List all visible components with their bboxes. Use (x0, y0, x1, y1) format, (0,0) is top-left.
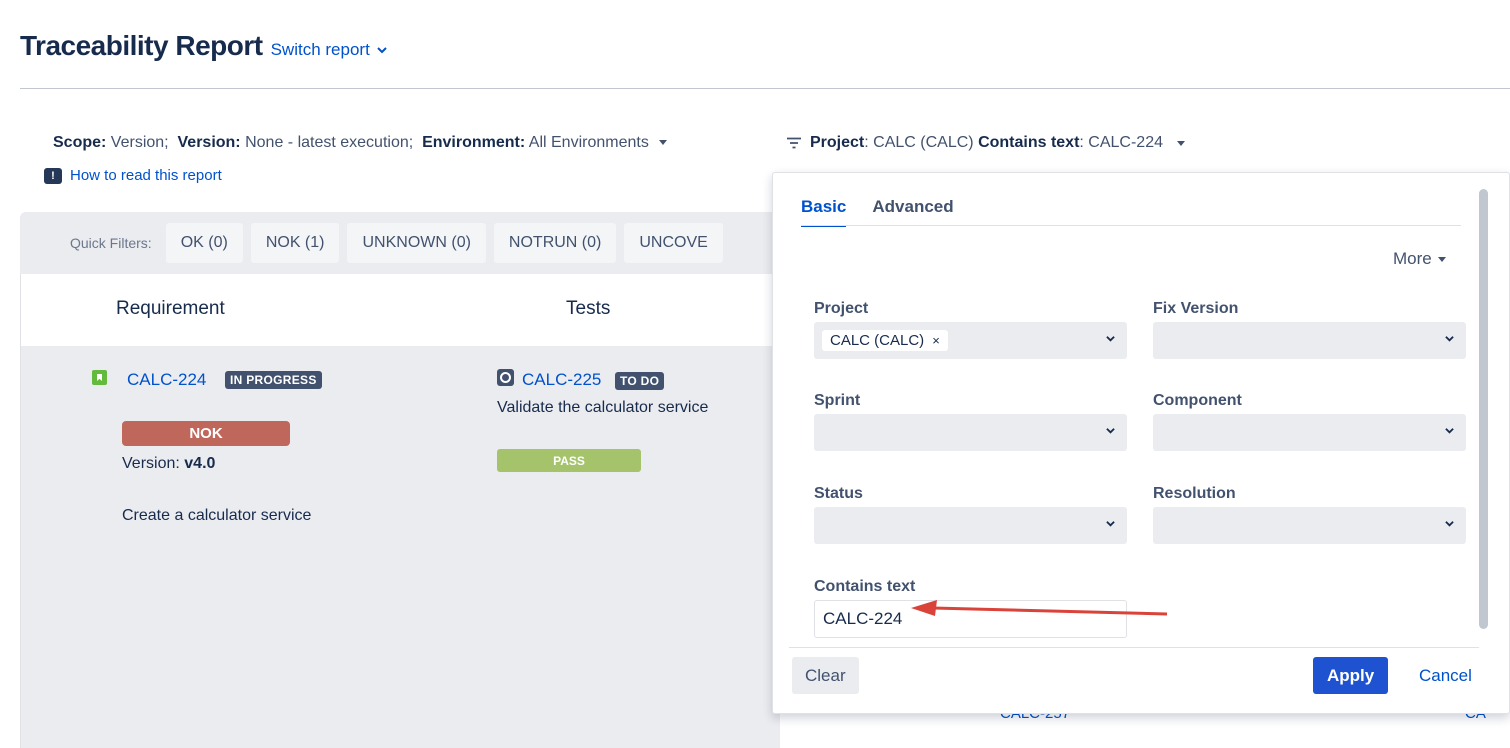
more-dropdown[interactable]: More (1393, 249, 1446, 269)
switch-report-button[interactable]: Switch report (271, 40, 388, 60)
annotation-arrow-icon (911, 600, 1168, 616)
version-label: Version: (122, 455, 180, 472)
help-link-label: How to read this report (70, 167, 222, 184)
caret-down-icon (1177, 140, 1185, 146)
chevron-down-icon (1445, 336, 1454, 342)
filter-icon (787, 137, 801, 149)
scope-label: Scope: (53, 134, 107, 151)
scope-value: Version; (110, 134, 169, 151)
chevron-down-icon (1445, 428, 1454, 434)
exclamation-icon: ! (44, 167, 62, 184)
component-select[interactable] (1153, 414, 1466, 451)
scope-selector[interactable]: Scope: Version; Version: None - latest e… (53, 134, 668, 152)
project-tag-label: CALC (CALC) (830, 332, 925, 349)
story-icon (92, 370, 107, 385)
quick-filters-label: Quick Filters: (70, 235, 152, 251)
quick-filters-bar: Quick Filters: OK (0) NOK (1) UNKNOWN (0… (20, 212, 780, 274)
title-row: Traceability Report Switch report (20, 30, 388, 62)
filter-project-value: : CALC (CALC) (864, 134, 974, 151)
version-label: Version: (177, 134, 241, 151)
remove-tag-icon[interactable]: × (932, 333, 940, 348)
popup-footer-divider (789, 647, 1479, 648)
requirement-version: Version: v4.0 (122, 455, 215, 473)
contains-text-label: Contains text (814, 578, 916, 595)
chevron-down-icon (1106, 428, 1115, 434)
apply-button[interactable]: Apply (1313, 657, 1389, 694)
quick-filter-nok[interactable]: NOK (1) (250, 223, 340, 263)
table-header: Requirement Tests (20, 274, 780, 346)
test-key-link[interactable]: CALC-225 (522, 370, 601, 390)
tab-advanced[interactable]: Advanced (872, 197, 953, 227)
chevron-down-icon (1106, 521, 1115, 527)
switch-report-label: Switch report (270, 40, 370, 59)
test-summary: Validate the calculator service (497, 399, 709, 416)
tab-basic[interactable]: Basic (801, 197, 847, 227)
filter-text: Project: CALC (CALC) Contains text: CALC… (810, 134, 1163, 152)
resolution-label: Resolution (1153, 485, 1236, 502)
chevron-down-icon (1106, 336, 1115, 342)
filter-contains-value: : CALC-224 (1079, 134, 1163, 151)
project-select[interactable]: CALC (CALC) × (814, 322, 1127, 359)
test-result-badge: PASS (497, 449, 641, 472)
divider (20, 88, 1510, 89)
resolution-select[interactable] (1153, 507, 1466, 544)
project-tag: CALC (CALC) × (822, 330, 948, 351)
sprint-select[interactable] (814, 414, 1127, 451)
clear-button[interactable]: Clear (792, 657, 859, 694)
test-status-badge: TO DO (615, 372, 665, 390)
quick-filter-notrun[interactable]: NOTRUN (0) (493, 223, 617, 263)
test-icon (497, 369, 514, 386)
tabs-divider (801, 225, 1461, 226)
filter-popup: Basic Advanced More Project CALC (CALC) … (772, 172, 1510, 714)
quick-filter-uncovered[interactable]: UNCOVE (624, 223, 723, 263)
requirement-key-link[interactable]: CALC-224 (127, 370, 206, 390)
caret-down-icon (659, 140, 668, 146)
chevron-down-icon (1445, 521, 1454, 527)
status-select[interactable] (814, 507, 1127, 544)
cancel-button[interactable]: Cancel (1419, 666, 1472, 686)
version-value: None - latest execution; (245, 134, 414, 151)
status-label: Status (814, 485, 863, 502)
project-label: Project (814, 300, 869, 317)
chevron-down-icon (377, 47, 387, 54)
page-title: Traceability Report (20, 30, 263, 61)
fix-version-label: Fix Version (1153, 300, 1239, 317)
popup-scrollbar[interactable] (1479, 189, 1488, 629)
environment-label: Environment: (422, 134, 526, 151)
quick-filter-ok[interactable]: OK (0) (165, 223, 243, 263)
environment-value: All Environments (528, 134, 649, 151)
sprint-label: Sprint (814, 392, 861, 409)
filter-project-label: Project (810, 134, 865, 151)
more-label: More (1393, 249, 1432, 268)
requirement-result-badge: NOK (122, 421, 290, 446)
component-label: Component (1153, 392, 1242, 409)
help-link[interactable]: ! How to read this report (44, 167, 222, 184)
quick-filter-unknown[interactable]: UNKNOWN (0) (347, 223, 486, 263)
filter-contains-label: Contains text (978, 134, 1080, 151)
requirement-summary: Create a calculator service (122, 507, 312, 524)
column-header-tests: Tests (566, 298, 611, 319)
requirement-status-badge: IN PROGRESS (225, 371, 322, 389)
version-value: v4.0 (184, 455, 216, 472)
column-header-requirement: Requirement (116, 298, 225, 319)
filter-tabs: Basic Advanced (801, 197, 954, 227)
fix-version-select[interactable] (1153, 322, 1466, 359)
filter-summary[interactable]: Project: CALC (CALC) Contains text: CALC… (786, 134, 1185, 152)
caret-down-icon (1437, 256, 1446, 262)
